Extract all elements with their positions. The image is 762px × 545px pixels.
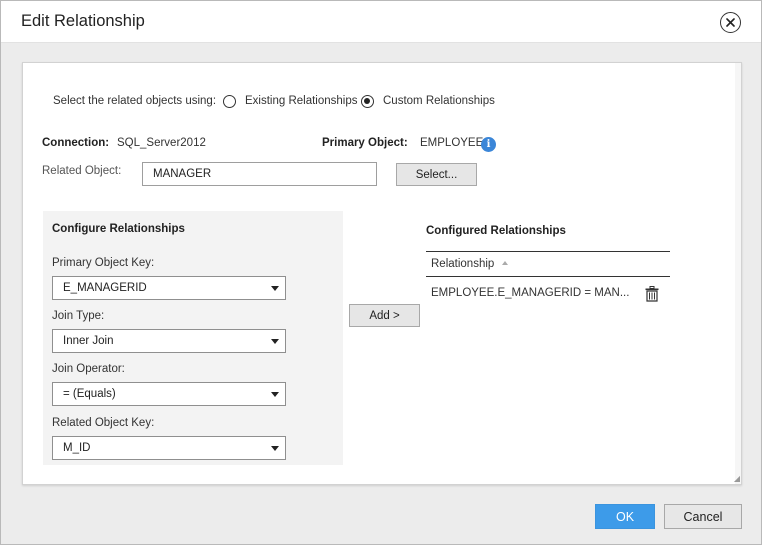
join-type-select[interactable]: Inner Join bbox=[52, 329, 286, 353]
relationship-column-header[interactable]: Relationship bbox=[426, 251, 670, 277]
chevron-down-icon bbox=[271, 286, 279, 291]
related-object-label: Related Object: bbox=[42, 165, 122, 177]
primary-object-label: Primary Object: bbox=[322, 137, 408, 149]
primary-object-value: EMPLOYEE bbox=[420, 137, 484, 149]
close-button[interactable] bbox=[720, 12, 741, 33]
edit-relationship-dialog: Edit Relationship Select the related obj… bbox=[0, 0, 762, 545]
related-object-key-select[interactable]: M_ID bbox=[52, 436, 286, 460]
dialog-titlebar: Edit Relationship bbox=[1, 1, 761, 43]
ok-button[interactable]: OK bbox=[595, 504, 655, 529]
primary-object-key-select[interactable]: E_MANAGERID bbox=[52, 276, 286, 300]
close-icon bbox=[726, 18, 735, 27]
panel-scrollbar[interactable] bbox=[735, 63, 741, 484]
custom-relationships-label[interactable]: Custom Relationships bbox=[383, 95, 495, 107]
cancel-button[interactable]: Cancel bbox=[664, 504, 742, 529]
chevron-down-icon bbox=[271, 446, 279, 451]
existing-relationships-label[interactable]: Existing Relationships bbox=[245, 95, 358, 107]
primary-object-key-label: Primary Object Key: bbox=[52, 257, 155, 269]
join-type-label: Join Type: bbox=[52, 310, 105, 322]
configured-relationships-table: Relationship EMPLOYEE.E_MANAGERID = MAN.… bbox=[426, 251, 670, 311]
trash-icon bbox=[645, 286, 659, 302]
info-icon[interactable]: i bbox=[481, 137, 496, 152]
join-type-value: Inner Join bbox=[63, 335, 114, 347]
join-operator-value: = (Equals) bbox=[63, 388, 116, 400]
connection-value: SQL_Server2012 bbox=[117, 137, 206, 149]
related-object-input[interactable] bbox=[142, 162, 377, 186]
configure-relationships-title: Configure Relationships bbox=[52, 223, 185, 235]
related-object-key-value: M_ID bbox=[63, 442, 91, 454]
select-objects-label: Select the related objects using: bbox=[53, 95, 217, 107]
add-relationship-button[interactable]: Add > bbox=[349, 304, 420, 327]
configured-relationships-title: Configured Relationships bbox=[426, 225, 566, 237]
delete-relationship-button[interactable] bbox=[645, 286, 659, 305]
select-related-object-button[interactable]: Select... bbox=[396, 163, 477, 186]
relationship-column-label: Relationship bbox=[431, 258, 495, 270]
configure-relationships-section: Configure Relationships Primary Object K… bbox=[43, 211, 343, 465]
resize-grip-icon[interactable]: ◢ bbox=[734, 474, 740, 483]
connection-label: Connection: bbox=[42, 137, 110, 149]
radio-custom-relationships[interactable] bbox=[361, 95, 374, 108]
join-operator-select[interactable]: = (Equals) bbox=[52, 382, 286, 406]
chevron-down-icon bbox=[271, 392, 279, 397]
related-object-key-label: Related Object Key: bbox=[52, 417, 155, 429]
relationship-value: EMPLOYEE.E_MANAGERID = MAN... bbox=[431, 287, 630, 299]
dialog-title: Edit Relationship bbox=[21, 12, 145, 30]
primary-object-key-value: E_MANAGERID bbox=[63, 282, 147, 294]
chevron-down-icon bbox=[271, 339, 279, 344]
sort-ascending-icon bbox=[501, 261, 508, 265]
relationship-panel: Select the related objects using: Existi… bbox=[22, 62, 742, 485]
radio-existing-relationships[interactable] bbox=[223, 95, 236, 108]
join-operator-label: Join Operator: bbox=[52, 363, 125, 375]
table-row: EMPLOYEE.E_MANAGERID = MAN... bbox=[426, 277, 670, 311]
